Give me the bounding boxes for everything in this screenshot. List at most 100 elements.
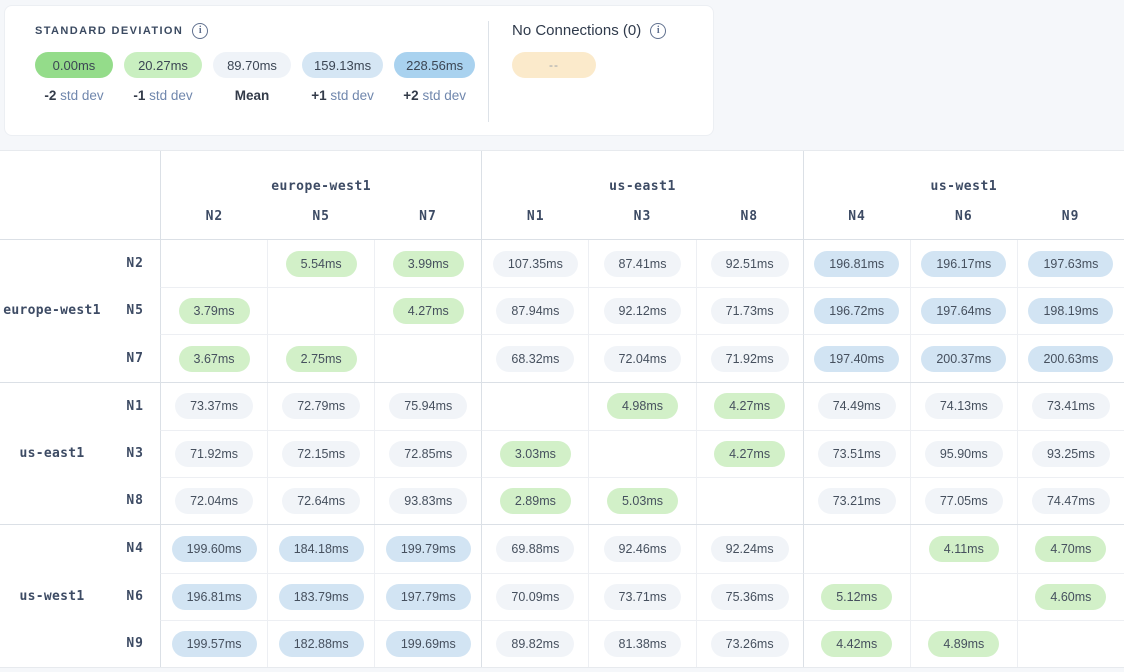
- latency-pill[interactable]: 2.75ms: [286, 346, 357, 372]
- latency-pill[interactable]: 199.69ms: [386, 631, 471, 657]
- row-node-label: N6: [104, 589, 160, 604]
- latency-cell: 93.83ms: [374, 477, 481, 524]
- latency-pill[interactable]: 197.63ms: [1028, 251, 1113, 277]
- column-node-label: N7: [375, 209, 482, 224]
- latency-pill[interactable]: 89.82ms: [496, 631, 574, 657]
- latency-pill[interactable]: 196.72ms: [814, 298, 899, 324]
- row-label-cell: N8: [0, 477, 160, 524]
- latency-pill[interactable]: 4.60ms: [1035, 584, 1106, 610]
- legend-item: 0.00ms-2 std dev: [35, 52, 113, 103]
- latency-pill[interactable]: 4.89ms: [928, 631, 999, 657]
- latency-pill[interactable]: 72.04ms: [604, 346, 682, 372]
- latency-cell: 95.90ms: [910, 430, 1017, 477]
- latency-pill[interactable]: 72.04ms: [175, 488, 253, 514]
- latency-pill[interactable]: 92.12ms: [604, 298, 682, 324]
- latency-pill[interactable]: 107.35ms: [493, 251, 578, 277]
- latency-pill[interactable]: 92.24ms: [711, 536, 789, 562]
- latency-pill[interactable]: 3.67ms: [179, 346, 250, 372]
- latency-pill[interactable]: 184.18ms: [279, 536, 364, 562]
- latency-pill[interactable]: 75.36ms: [711, 584, 789, 610]
- row-label-cell: N7: [0, 334, 160, 381]
- latency-pill[interactable]: 81.38ms: [604, 631, 682, 657]
- latency-pill[interactable]: 71.92ms: [711, 346, 789, 372]
- latency-pill[interactable]: 71.92ms: [175, 441, 253, 467]
- latency-cell: [1017, 620, 1124, 667]
- latency-pill[interactable]: 4.27ms: [393, 298, 464, 324]
- latency-pill[interactable]: 3.03ms: [500, 441, 571, 467]
- latency-pill[interactable]: 73.21ms: [818, 488, 896, 514]
- latency-pill[interactable]: 75.94ms: [389, 393, 467, 419]
- matrix-row-N5: europe-west1N53.79ms4.27ms87.94ms92.12ms…: [0, 287, 1124, 334]
- latency-pill[interactable]: 199.57ms: [172, 631, 257, 657]
- latency-pill[interactable]: 69.88ms: [496, 536, 574, 562]
- row-label-cell: N9: [0, 620, 160, 667]
- latency-pill[interactable]: 198.19ms: [1028, 298, 1113, 324]
- latency-pill[interactable]: 4.42ms: [821, 631, 892, 657]
- column-node-label: N1: [482, 209, 589, 224]
- latency-pill[interactable]: 74.13ms: [925, 393, 1003, 419]
- latency-pill[interactable]: 197.79ms: [386, 584, 471, 610]
- latency-pill[interactable]: 182.88ms: [279, 631, 364, 657]
- latency-pill[interactable]: 73.26ms: [711, 631, 789, 657]
- latency-pill[interactable]: 199.60ms: [172, 536, 257, 562]
- latency-cell: 183.79ms: [267, 573, 374, 620]
- latency-pill[interactable]: 87.94ms: [496, 298, 574, 324]
- latency-pill[interactable]: 72.79ms: [282, 393, 360, 419]
- latency-pill[interactable]: 183.79ms: [279, 584, 364, 610]
- latency-pill[interactable]: 4.11ms: [929, 536, 999, 562]
- latency-pill[interactable]: 74.49ms: [818, 393, 896, 419]
- latency-pill[interactable]: 197.40ms: [814, 346, 899, 372]
- latency-pill[interactable]: 73.71ms: [604, 584, 682, 610]
- latency-pill[interactable]: 72.15ms: [282, 441, 360, 467]
- latency-pill[interactable]: 200.63ms: [1028, 346, 1113, 372]
- latency-pill[interactable]: 77.05ms: [925, 488, 1003, 514]
- latency-cell: 196.81ms: [160, 573, 267, 620]
- latency-pill[interactable]: 71.73ms: [711, 298, 789, 324]
- latency-pill[interactable]: 74.47ms: [1032, 488, 1110, 514]
- column-node-label: N6: [910, 209, 1017, 224]
- legend-item: 20.27ms-1 std dev: [124, 52, 202, 103]
- latency-pill[interactable]: 73.41ms: [1032, 393, 1110, 419]
- latency-pill[interactable]: 93.83ms: [389, 488, 467, 514]
- latency-pill[interactable]: 197.64ms: [921, 298, 1006, 324]
- latency-pill[interactable]: 200.37ms: [921, 346, 1006, 372]
- latency-pill[interactable]: 72.85ms: [389, 441, 467, 467]
- latency-pill[interactable]: 3.79ms: [179, 298, 250, 324]
- latency-pill[interactable]: 73.51ms: [818, 441, 896, 467]
- latency-pill[interactable]: 5.12ms: [821, 584, 892, 610]
- matrix-column-group-europe-west1: europe-west1N2N5N7: [160, 151, 481, 239]
- latency-pill[interactable]: 3.99ms: [393, 251, 464, 277]
- row-region-label: europe-west1: [0, 303, 104, 318]
- latency-pill[interactable]: 4.70ms: [1035, 536, 1106, 562]
- latency-pill[interactable]: 4.98ms: [607, 393, 678, 419]
- latency-cell: 74.47ms: [1017, 477, 1124, 524]
- latency-pill[interactable]: 199.79ms: [386, 536, 471, 562]
- latency-cell: [374, 334, 481, 381]
- latency-pill[interactable]: 92.51ms: [711, 251, 789, 277]
- latency-pill[interactable]: 95.90ms: [925, 441, 1003, 467]
- latency-pill[interactable]: 70.09ms: [496, 584, 574, 610]
- latency-pill[interactable]: 72.64ms: [282, 488, 360, 514]
- info-icon[interactable]: i: [650, 23, 666, 39]
- latency-pill[interactable]: 5.03ms: [607, 488, 678, 514]
- latency-pill[interactable]: 87.41ms: [604, 251, 682, 277]
- matrix-row-N9: N9 199.57ms 182.88ms 199.69ms 89.82ms 81.38ms…: [0, 620, 1124, 667]
- info-icon[interactable]: i: [192, 23, 208, 39]
- matrix-header-row: europe-west1N2N5N7us-east1N1N3N8us-west1…: [0, 151, 1124, 240]
- latency-cell: 4.27ms: [696, 383, 803, 430]
- row-node-label: N3: [104, 446, 160, 461]
- latency-pill[interactable]: 92.46ms: [604, 536, 682, 562]
- latency-pill[interactable]: 196.17ms: [921, 251, 1006, 277]
- column-region-label: europe-west1: [161, 179, 481, 194]
- latency-pill[interactable]: 2.89ms: [500, 488, 571, 514]
- latency-pill[interactable]: 68.32ms: [496, 346, 574, 372]
- latency-pill[interactable]: 73.37ms: [175, 393, 253, 419]
- latency-pill[interactable]: 4.27ms: [714, 393, 785, 419]
- latency-pill[interactable]: 4.27ms: [714, 441, 785, 467]
- latency-pill[interactable]: 93.25ms: [1032, 441, 1110, 467]
- latency-pill[interactable]: 196.81ms: [172, 584, 257, 610]
- matrix-corner-cell: [0, 151, 160, 239]
- latency-pill[interactable]: 196.81ms: [814, 251, 899, 277]
- latency-pill[interactable]: 5.54ms: [286, 251, 357, 277]
- matrix-row-N6: us-west1N6196.81ms183.79ms197.79ms70.09m…: [0, 573, 1124, 620]
